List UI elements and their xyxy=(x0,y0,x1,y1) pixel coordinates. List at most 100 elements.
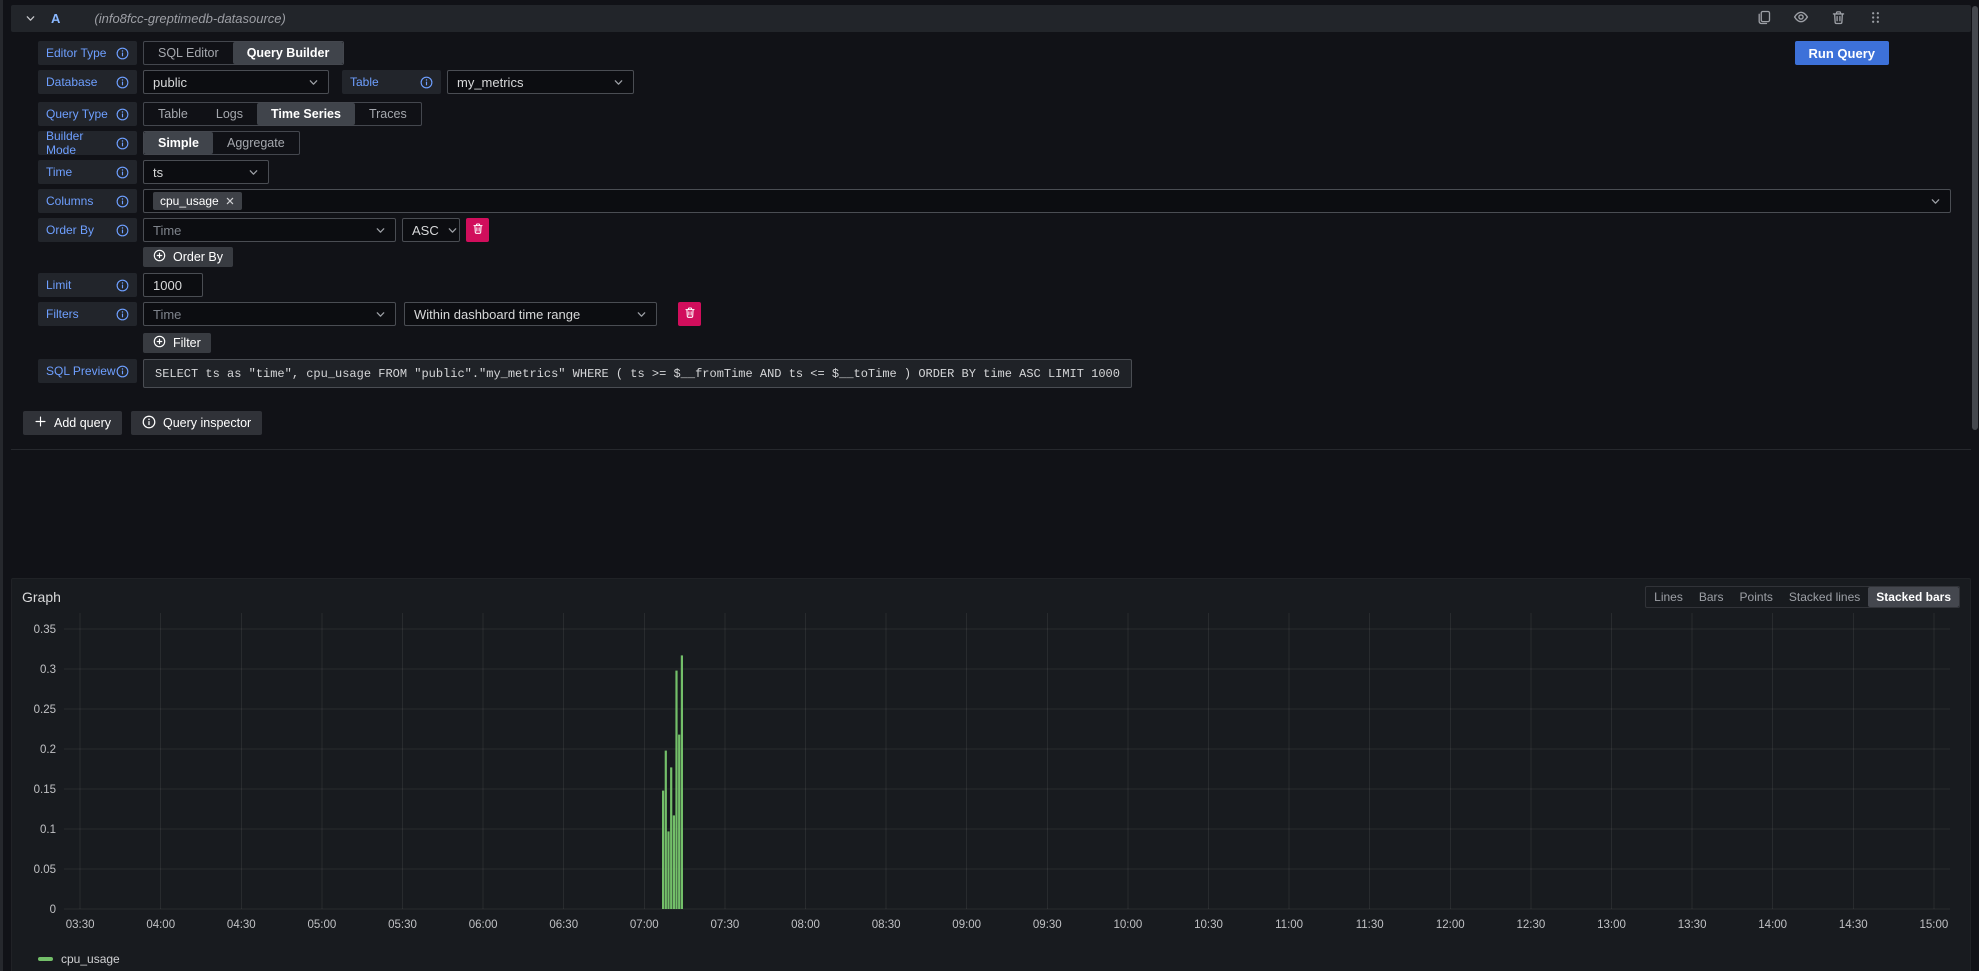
limit-input[interactable]: 1000 xyxy=(143,273,203,297)
svg-text:14:30: 14:30 xyxy=(1839,919,1868,931)
info-icon[interactable] xyxy=(116,166,129,179)
info-icon[interactable] xyxy=(116,365,129,378)
editor-type-sql-editor[interactable]: SQL Editor xyxy=(144,42,233,64)
svg-text:03:30: 03:30 xyxy=(66,919,95,931)
editor-type-label: Editor Type xyxy=(38,41,137,65)
query-drag-handle[interactable] xyxy=(1864,6,1887,32)
editor-type-query-builder[interactable]: Query Builder xyxy=(233,42,344,64)
display-mode-switch: LinesBarsPointsStacked linesStacked bars xyxy=(1645,586,1960,608)
display-mode-stacked-lines[interactable]: Stacked lines xyxy=(1781,587,1868,607)
sql-preview-row: SQL Preview SELECT ts as "time", cpu_usa… xyxy=(38,359,1951,388)
add-order-by-row: Order By xyxy=(143,247,1951,267)
columns-row: Columns cpu_usage xyxy=(38,189,1951,213)
plus-icon xyxy=(34,415,47,431)
query-type-logs[interactable]: Logs xyxy=(202,103,257,125)
info-icon[interactable] xyxy=(116,47,129,60)
chevron-down-icon xyxy=(308,77,319,88)
display-mode-points[interactable]: Points xyxy=(1732,587,1781,607)
builder-mode-simple[interactable]: Simple xyxy=(144,132,213,154)
column-chip-cpu-usage[interactable]: cpu_usage xyxy=(153,192,242,210)
duplicate-query-button[interactable] xyxy=(1752,6,1775,32)
query-type-traces[interactable]: Traces xyxy=(355,103,421,125)
add-query-button[interactable]: Add query xyxy=(23,411,122,435)
table-select[interactable]: my_metrics xyxy=(447,70,634,94)
delete-query-button[interactable] xyxy=(1827,6,1850,32)
info-icon[interactable] xyxy=(116,195,129,208)
svg-text:11:30: 11:30 xyxy=(1356,919,1384,931)
query-editor-card: A (info8fcc-greptimedb-datasource) Edito… xyxy=(11,5,1971,450)
panel-title: Graph xyxy=(22,589,61,605)
remove-filter-button[interactable] xyxy=(678,302,701,326)
copy-icon xyxy=(1756,10,1771,28)
filter-field-select[interactable]: Time xyxy=(143,302,396,326)
time-series-chart[interactable]: 00.050.10.150.20.250.30.3503:3004:0004:3… xyxy=(22,609,1960,949)
columns-multiselect[interactable]: cpu_usage xyxy=(143,189,1951,213)
eye-icon xyxy=(1793,9,1809,28)
svg-text:0: 0 xyxy=(50,904,56,916)
builder-mode-row: Builder Mode SimpleAggregate xyxy=(38,131,1951,155)
info-circle-icon xyxy=(142,415,156,432)
run-query-button[interactable]: Run Query xyxy=(1795,41,1889,65)
builder-mode-aggregate[interactable]: Aggregate xyxy=(213,132,299,154)
query-ref-id: A xyxy=(51,11,60,26)
svg-text:12:00: 12:00 xyxy=(1436,919,1465,931)
svg-text:09:30: 09:30 xyxy=(1033,919,1062,931)
info-icon[interactable] xyxy=(116,137,129,150)
svg-text:07:00: 07:00 xyxy=(630,919,659,931)
scrollbar-thumb[interactable] xyxy=(1972,6,1978,430)
svg-text:13:30: 13:30 xyxy=(1678,919,1707,931)
remove-column-icon[interactable] xyxy=(225,196,235,206)
svg-text:05:00: 05:00 xyxy=(308,919,337,931)
remove-order-by-button[interactable] xyxy=(466,218,489,242)
svg-text:0.05: 0.05 xyxy=(34,864,56,876)
svg-text:0.3: 0.3 xyxy=(40,664,56,676)
info-icon[interactable] xyxy=(420,76,433,89)
chevron-down-icon xyxy=(375,309,386,320)
database-row: Database public Table my_metrics xyxy=(38,70,1951,94)
grafana-query-editor-page: A (info8fcc-greptimedb-datasource) Edito… xyxy=(0,0,1979,971)
svg-text:10:00: 10:00 xyxy=(1114,919,1143,931)
order-by-direction-select[interactable]: ASC xyxy=(402,218,460,242)
svg-text:0.25: 0.25 xyxy=(34,704,56,716)
collapse-chevron-icon[interactable] xyxy=(25,13,36,24)
svg-text:0.15: 0.15 xyxy=(34,784,56,796)
order-by-label: Order By xyxy=(38,218,137,242)
add-order-by-button[interactable]: Order By xyxy=(143,247,233,267)
hide-query-button[interactable] xyxy=(1789,5,1813,32)
svg-text:09:00: 09:00 xyxy=(952,919,981,931)
svg-text:06:00: 06:00 xyxy=(469,919,498,931)
info-icon[interactable] xyxy=(116,224,129,237)
svg-text:0.1: 0.1 xyxy=(40,824,56,836)
info-icon[interactable] xyxy=(116,279,129,292)
editor-panel-gap xyxy=(11,450,1971,578)
add-filter-row: Filter xyxy=(143,333,1951,353)
order-by-field-select[interactable]: Time xyxy=(143,218,396,242)
info-icon[interactable] xyxy=(116,76,129,89)
svg-text:11:00: 11:00 xyxy=(1275,919,1303,931)
display-mode-lines[interactable]: Lines xyxy=(1646,587,1691,607)
svg-text:05:30: 05:30 xyxy=(388,919,417,931)
add-filter-button[interactable]: Filter xyxy=(143,333,211,353)
info-icon[interactable] xyxy=(116,308,129,321)
chevron-down-icon xyxy=(636,309,647,320)
time-column-select[interactable]: ts xyxy=(143,160,269,184)
query-inspector-button[interactable]: Query inspector xyxy=(131,411,262,435)
svg-text:06:30: 06:30 xyxy=(549,919,578,931)
query-type-time-series[interactable]: Time Series xyxy=(257,103,355,125)
display-mode-bars[interactable]: Bars xyxy=(1691,587,1732,607)
trash-icon xyxy=(1831,10,1846,28)
query-type-table[interactable]: Table xyxy=(144,103,202,125)
query-footer: Add query Query inspector xyxy=(11,393,1971,450)
database-select[interactable]: public xyxy=(143,70,329,94)
svg-text:0.2: 0.2 xyxy=(40,744,56,756)
query-header[interactable]: A (info8fcc-greptimedb-datasource) xyxy=(11,5,1971,32)
table-label: Table xyxy=(342,70,441,94)
svg-text:04:00: 04:00 xyxy=(146,919,175,931)
legend-item-cpu_usage[interactable]: cpu_usage xyxy=(38,952,120,966)
display-mode-stacked-bars[interactable]: Stacked bars xyxy=(1868,587,1959,607)
filter-condition-select[interactable]: Within dashboard time range xyxy=(404,302,657,326)
database-label: Database xyxy=(38,70,137,94)
svg-text:0.35: 0.35 xyxy=(34,624,56,636)
info-icon[interactable] xyxy=(116,108,129,121)
svg-text:15:00: 15:00 xyxy=(1919,919,1948,931)
